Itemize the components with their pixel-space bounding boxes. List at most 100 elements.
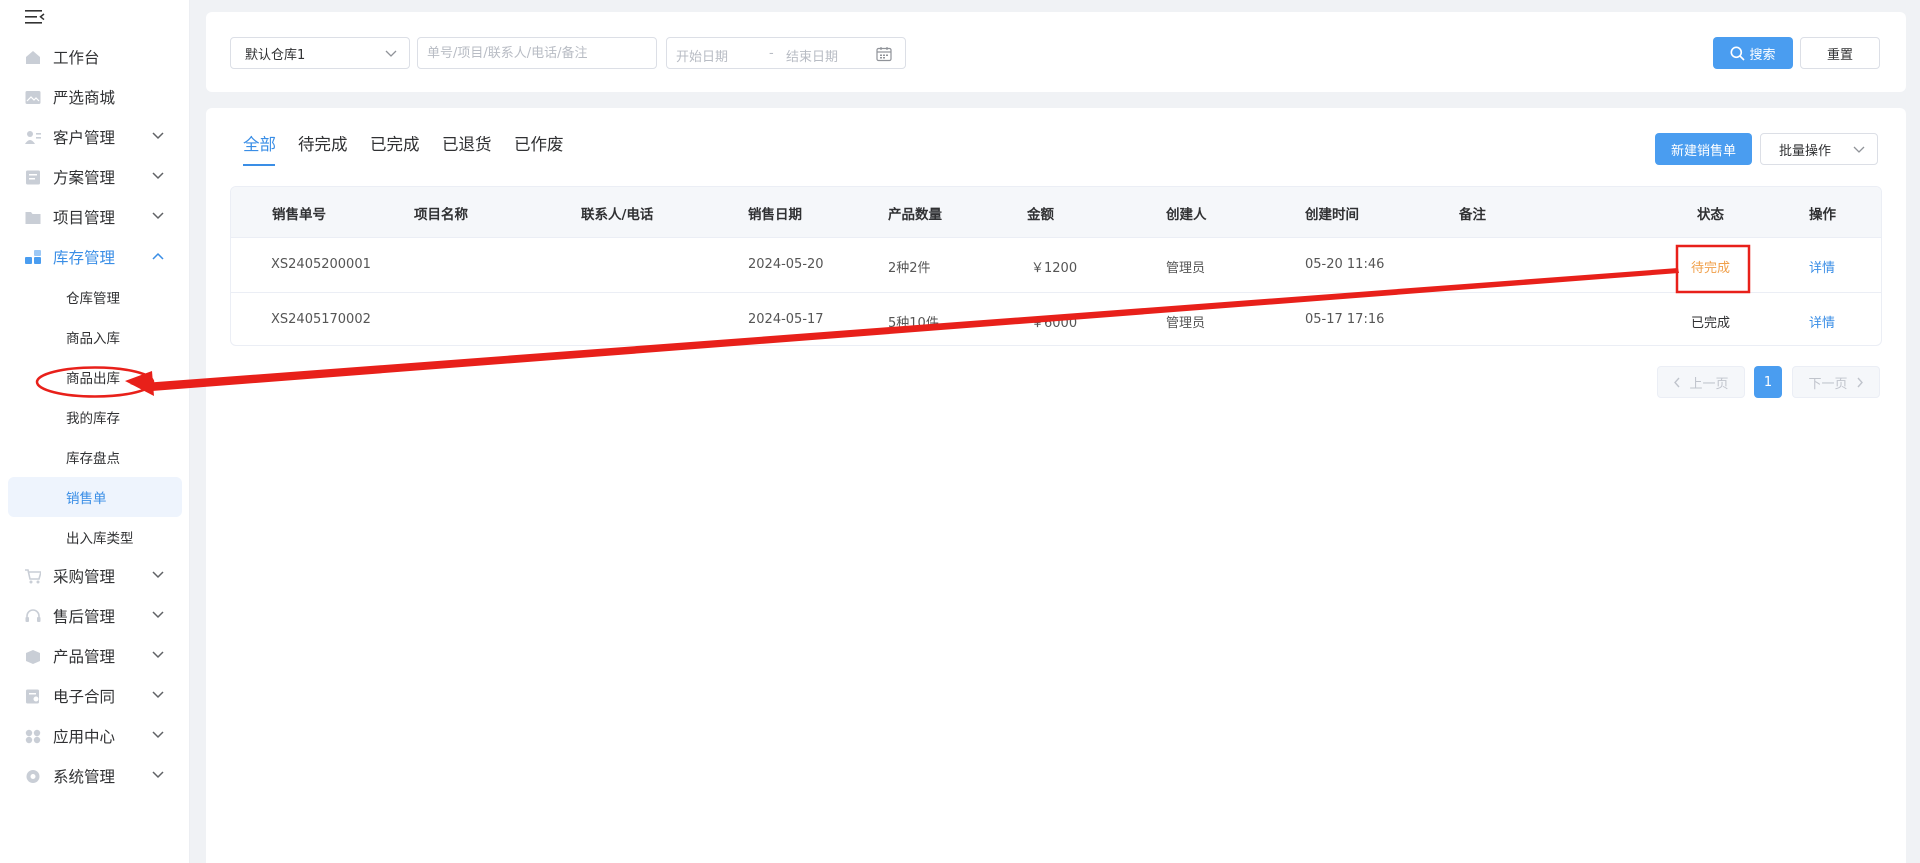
sidebar-item-after-sales[interactable]: 售后管理 [0,598,190,634]
warehouse-select-value: 默认仓库1 [245,47,306,63]
search-input[interactable] [417,37,657,69]
chevron-down-icon [152,611,164,619]
sidebar-subitem-stock-out[interactable]: 商品出库 [8,357,182,397]
created-time: 05-17 17:16 [1305,312,1385,327]
apps-icon [25,729,41,744]
sidebar-item-label: 应用中心 [53,728,116,746]
creator: 管理员 [1166,316,1206,331]
column-header: 金额 [1027,207,1054,223]
chevron-down-icon [152,651,164,659]
column-header: 联系人/电话 [581,207,654,223]
status-badge: 待完成 [1691,261,1731,276]
sidebar-item-customers[interactable]: 客户管理 [0,119,190,155]
column-header: 操作 [1809,207,1836,223]
sidebar-item-label: 方案管理 [53,169,116,187]
sale-date: 2024-05-20 [748,257,824,272]
tab-returned[interactable]: 已退货 [442,131,492,155]
column-header: 创建时间 [1305,207,1359,223]
sidebar-item-label: 系统管理 [53,768,116,786]
prev-page-label: 上一页 [1689,376,1729,392]
chevron-down-icon [152,571,164,579]
reset-button-label: 重置 [1826,47,1853,63]
user-list-icon [25,131,41,144]
sidebar-subitem-stock-in[interactable]: 商品入库 [8,317,182,357]
sidebar-item-workbench[interactable]: 工作台 [0,39,190,75]
sidebar-item-projects[interactable]: 项目管理 [0,199,190,235]
column-header: 创建人 [1166,207,1207,223]
created-time: 05-20 11:46 [1305,257,1385,272]
folder-icon [25,212,41,224]
sidebar-item-mall[interactable]: 严选商城 [0,79,190,115]
amount: ￥1200 [1031,261,1078,276]
status-badge: 已完成 [1691,316,1731,331]
tab-voided[interactable]: 已作废 [514,131,564,155]
chevron-down-icon [152,212,164,220]
sale-date: 2024-05-17 [748,312,824,327]
product-quantity: 5种10件 [888,316,939,331]
chevron-down-icon [152,132,164,140]
tab-all[interactable]: 全部 [243,131,276,155]
chevron-down-icon [1853,146,1865,153]
sales-order-table: 销售单号 项目名称 联系人/电话 销售日期 产品数量 金额 创建人 创建时间 备… [230,186,1882,346]
amount: ￥6000 [1031,316,1078,331]
sidebar-item-plans[interactable]: 方案管理 [0,159,190,195]
chevron-down-icon [152,771,164,779]
column-header: 销售日期 [748,207,802,223]
contract-icon [26,689,39,704]
column-header: 备注 [1459,207,1486,223]
sidebar-subitem-stocktake[interactable]: 库存盘点 [8,437,182,477]
headset-icon [25,609,41,622]
sidebar-item-label: 项目管理 [53,209,116,227]
product-quantity: 2种2件 [888,261,931,276]
chevron-down-icon [152,172,164,180]
tab-active-indicator [243,164,275,166]
column-header: 项目名称 [414,207,468,223]
sidebar-item-products[interactable]: 产品管理 [0,638,190,674]
sidebar-item-label: 采购管理 [53,568,116,586]
new-sales-order-button[interactable]: 新建销售单 [1655,133,1752,165]
menu-collapse-icon[interactable] [25,9,45,25]
sidebar-item-label: 电子合同 [53,688,116,706]
sidebar-subitem-sales-order[interactable]: 销售单 [8,477,182,517]
start-date-placeholder: 开始日期 [676,50,729,65]
detail-link[interactable]: 详情 [1809,312,1835,331]
sidebar-subitem-warehouse[interactable]: 仓库管理 [8,277,182,317]
next-page-button[interactable]: 下一页 [1792,366,1880,398]
sidebar-item-label: 售后管理 [53,608,116,626]
sidebar-item-label: 产品管理 [53,648,116,666]
sidebar-item-purchase[interactable]: 采购管理 [0,558,190,594]
sidebar-item-app-center[interactable]: 应用中心 [0,718,190,754]
chevron-down-icon [152,731,164,739]
new-sales-order-label: 新建销售单 [1670,143,1736,159]
sidebar-item-label: 严选商城 [53,89,116,107]
grid-blocks-icon [25,250,41,264]
home-icon [26,51,40,64]
sidebar-item-label: 库存管理 [53,249,116,267]
sidebar-item-contracts[interactable]: 电子合同 [0,678,190,714]
batch-actions-select[interactable]: 批量操作 [1760,133,1878,165]
sidebar-item-inventory[interactable]: 库存管理 [0,239,190,275]
search-button[interactable]: 搜索 [1713,37,1793,69]
prev-page-button[interactable]: 上一页 [1657,366,1745,398]
chevron-left-icon [1674,377,1681,387]
search-button-label: 搜索 [1749,47,1776,63]
reset-button[interactable]: 重置 [1800,37,1880,69]
detail-link[interactable]: 详情 [1809,257,1835,276]
sidebar-item-label: 工作台 [53,49,100,67]
warehouse-select[interactable]: 默认仓库1 [230,37,410,69]
page-number-current[interactable]: 1 [1754,366,1782,398]
date-range-picker[interactable]: 开始日期 - 结束日期 [666,37,906,69]
next-page-label: 下一页 [1808,376,1848,392]
tab-completed[interactable]: 已完成 [370,131,420,155]
column-header: 产品数量 [888,207,942,223]
calendar-icon [876,47,892,62]
sidebar-item-system[interactable]: 系统管理 [0,758,190,794]
table-header: 销售单号 项目名称 联系人/电话 销售日期 产品数量 金额 创建人 创建时间 备… [231,187,1881,237]
end-date-placeholder: 结束日期 [786,50,839,65]
tab-pending[interactable]: 待完成 [298,131,348,155]
cart-icon [25,569,41,584]
sidebar-subitem-my-stock[interactable]: 我的库存 [8,397,182,437]
sidebar-subitem-io-types[interactable]: 出入库类型 [8,517,182,557]
search-icon [1730,46,1746,61]
batch-actions-label: 批量操作 [1779,143,1832,159]
